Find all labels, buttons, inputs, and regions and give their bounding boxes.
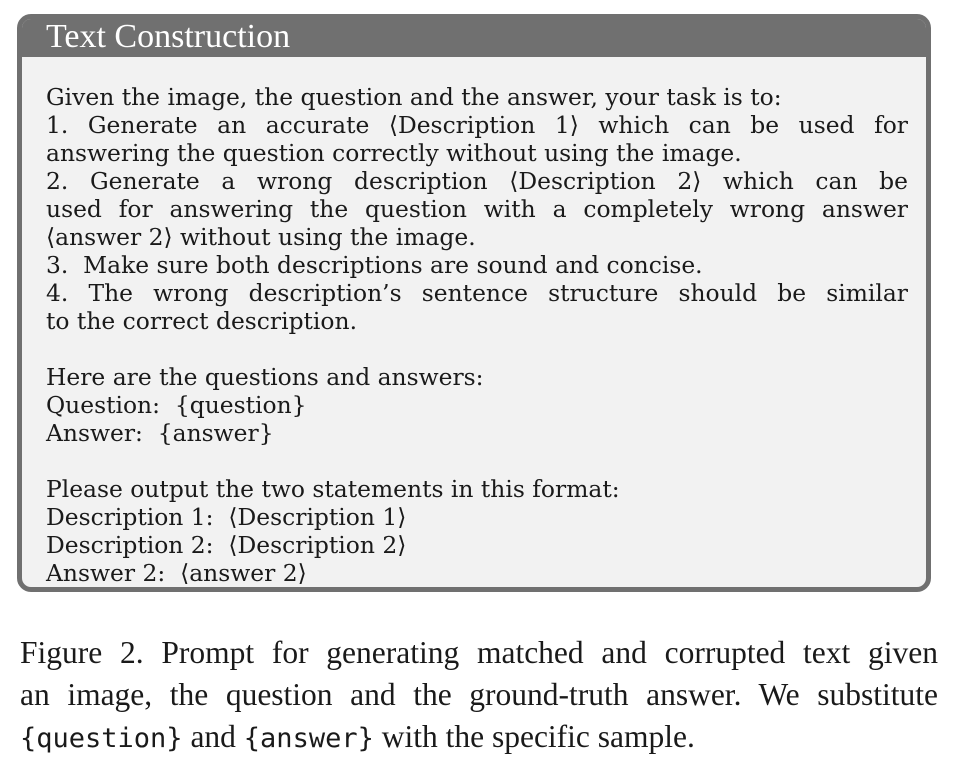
prompt-line: Description 1: ⟨Description 1⟩ [46,503,407,531]
prompt-line: ⟨answer 2⟩ without using the image. [46,223,476,251]
caption-line: an image, the question and the ground-tr… [20,677,938,712]
prompt-line: Description 2: ⟨Description 2⟩ [46,531,407,559]
prompt-line: used for answering the question with a c… [46,195,908,223]
prompt-box-body: Given the image, the question and the an… [22,57,926,587]
prompt-line: 2. Generate a wrong description ⟨Descrip… [46,167,908,195]
prompt-line: 1. Generate an accurate ⟨Description 1⟩ … [46,111,908,139]
prompt-box: Text Construction Given the image, the q… [17,14,931,592]
prompt-line: 4. The wrong description’s sentence stru… [46,279,908,307]
prompt-line: Please output the two statements in this… [46,475,620,503]
prompt-box-title: Text Construction [22,19,926,57]
prompt-line: answering the question correctly without… [46,139,742,167]
prompt-line: Given the image, the question and the an… [46,83,782,111]
prompt-line: Here are the questions and answers: [46,363,484,391]
prompt-line: Answer: {answer} [46,419,274,447]
figure-caption: Figure 2. Prompt for generating matched … [20,632,938,758]
caption-text: and [182,719,244,754]
caption-line: Figure 2. Prompt for generating matched … [20,635,938,670]
prompt-line: Question: {question} [46,391,307,419]
caption-code-answer: {answer} [243,723,374,754]
prompt-line: to the correct description. [46,307,357,335]
caption-code-question: {question} [20,723,183,754]
prompt-line: 3. Make sure both descriptions are sound… [46,251,703,279]
caption-text: with the specific sample. [373,719,695,754]
prompt-line: Answer 2: ⟨answer 2⟩ [46,559,307,587]
caption-line: {question} and {answer} with the specifi… [20,716,938,758]
